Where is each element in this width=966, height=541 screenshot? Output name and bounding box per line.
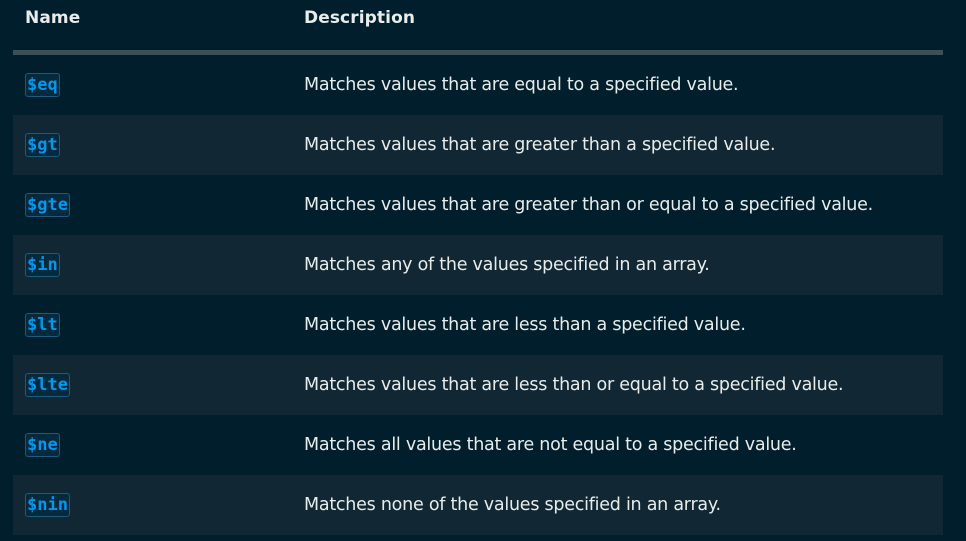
operator-code[interactable]: $ne xyxy=(25,433,60,457)
operator-description: Matches any of the values specified in a… xyxy=(304,255,710,275)
operator-description: Matches none of the values specified in … xyxy=(304,495,721,515)
table-row: $gt Matches values that are greater than… xyxy=(13,115,943,175)
operators-table: Name Description $eq Matches values that… xyxy=(13,0,943,535)
operator-description: Matches values that are less than a spec… xyxy=(304,315,746,335)
table-row: $nin Matches none of the values specifie… xyxy=(13,475,943,535)
operator-code[interactable]: $gt xyxy=(25,133,60,157)
operator-code[interactable]: $lte xyxy=(25,373,70,397)
operator-description: Matches values that are greater than or … xyxy=(304,195,873,215)
table-row: $lte Matches values that are less than o… xyxy=(13,355,943,415)
header-name: Name xyxy=(25,8,81,28)
table-row: $ne Matches all values that are not equa… xyxy=(13,415,943,475)
operator-description: Matches values that are greater than a s… xyxy=(304,135,776,155)
operator-code[interactable]: $lt xyxy=(25,313,60,337)
operator-code[interactable]: $nin xyxy=(25,493,70,517)
operator-description: Matches all values that are not equal to… xyxy=(304,435,797,455)
operator-code[interactable]: $in xyxy=(25,253,60,277)
table-row: $eq Matches values that are equal to a s… xyxy=(13,55,943,115)
table-row: $gte Matches values that are greater tha… xyxy=(13,175,943,235)
table-row: $in Matches any of the values specified … xyxy=(13,235,943,295)
operator-code[interactable]: $eq xyxy=(25,73,60,97)
table-header: Name Description xyxy=(13,0,943,55)
operator-description: Matches values that are less than or equ… xyxy=(304,375,844,395)
operator-code[interactable]: $gte xyxy=(25,193,70,217)
table-row: $lt Matches values that are less than a … xyxy=(13,295,943,355)
header-description: Description xyxy=(304,8,416,28)
operator-description: Matches values that are equal to a speci… xyxy=(304,75,739,95)
